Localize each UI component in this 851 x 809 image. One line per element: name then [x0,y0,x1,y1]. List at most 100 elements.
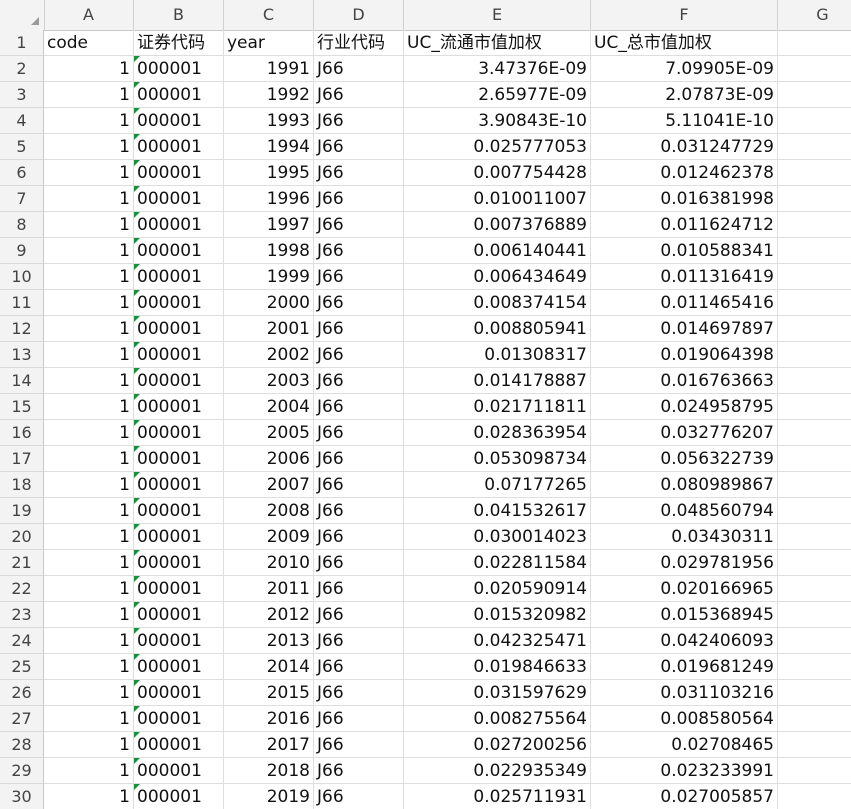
table-cell[interactable]: 1991 [224,56,314,82]
row-header[interactable]: 6 [0,160,44,186]
table-cell[interactable]: 0.028363954 [404,420,591,446]
row-header[interactable]: 3 [0,82,44,108]
table-cell[interactable]: J66 [314,160,404,186]
table-cell[interactable]: 1 [44,576,134,602]
table-cell[interactable]: 000001 [134,394,224,420]
table-cell[interactable]: J66 [314,108,404,134]
table-cell[interactable]: 2001 [224,316,314,342]
table-cell[interactable]: 1 [44,680,134,706]
table-cell[interactable]: 0.010588341 [591,238,778,264]
header-cell[interactable]: year [224,30,314,56]
table-cell[interactable] [778,706,851,732]
table-cell[interactable]: 0.007754428 [404,160,591,186]
table-cell[interactable] [778,628,851,654]
table-cell[interactable]: 1 [44,472,134,498]
table-cell[interactable] [778,82,851,108]
table-cell[interactable]: 0.024958795 [591,394,778,420]
table-cell[interactable] [778,342,851,368]
table-cell[interactable]: 0.032776207 [591,420,778,446]
column-header-b[interactable]: B [134,0,224,30]
table-cell[interactable]: 2013 [224,628,314,654]
row-header[interactable]: 4 [0,108,44,134]
table-cell[interactable] [778,186,851,212]
table-cell[interactable]: 0.03430311 [591,524,778,550]
table-cell[interactable]: 0.008275564 [404,706,591,732]
table-cell[interactable]: 2010 [224,550,314,576]
row-header[interactable]: 27 [0,706,44,732]
row-header[interactable]: 30 [0,784,44,809]
table-cell[interactable]: J66 [314,290,404,316]
table-cell[interactable]: 000001 [134,550,224,576]
table-cell[interactable]: J66 [314,758,404,784]
row-header[interactable]: 28 [0,732,44,758]
table-cell[interactable]: J66 [314,394,404,420]
table-cell[interactable]: J66 [314,316,404,342]
table-cell[interactable]: 0.01308317 [404,342,591,368]
table-cell[interactable]: 000001 [134,108,224,134]
table-cell[interactable]: 1992 [224,82,314,108]
table-cell[interactable]: J66 [314,264,404,290]
table-cell[interactable]: 1997 [224,212,314,238]
table-cell[interactable] [778,56,851,82]
table-cell[interactable]: 1 [44,784,134,809]
row-header[interactable]: 1 [0,30,44,56]
table-cell[interactable]: 2011 [224,576,314,602]
table-cell[interactable]: 1 [44,420,134,446]
table-cell[interactable]: 0.053098734 [404,446,591,472]
select-all-corner[interactable] [0,0,45,30]
table-cell[interactable] [778,784,851,809]
table-cell[interactable]: 1 [44,706,134,732]
table-cell[interactable]: 0.027200256 [404,732,591,758]
table-cell[interactable]: 2016 [224,706,314,732]
table-cell[interactable]: 000001 [134,316,224,342]
row-header[interactable]: 21 [0,550,44,576]
table-cell[interactable]: 0.010011007 [404,186,591,212]
table-cell[interactable]: 1 [44,108,134,134]
table-cell[interactable]: 0.056322739 [591,446,778,472]
table-cell[interactable]: 1 [44,524,134,550]
table-cell[interactable]: 2007 [224,472,314,498]
table-cell[interactable]: 0.015368945 [591,602,778,628]
table-cell[interactable] [778,394,851,420]
table-cell[interactable]: 1 [44,238,134,264]
table-cell[interactable]: 1 [44,498,134,524]
table-cell[interactable]: J66 [314,56,404,82]
header-cell[interactable]: 证券代码 [134,30,224,56]
table-cell[interactable]: 000001 [134,82,224,108]
table-cell[interactable]: 000001 [134,706,224,732]
table-cell[interactable] [778,472,851,498]
table-cell[interactable]: 1 [44,186,134,212]
table-cell[interactable]: 000001 [134,680,224,706]
table-cell[interactable]: J66 [314,472,404,498]
table-cell[interactable]: 1995 [224,160,314,186]
table-cell[interactable]: 000001 [134,160,224,186]
table-cell[interactable]: 1994 [224,134,314,160]
header-cell[interactable]: 行业代码 [314,30,404,56]
table-cell[interactable]: 0.011316419 [591,264,778,290]
table-cell[interactable]: J66 [314,186,404,212]
table-cell[interactable]: 000001 [134,732,224,758]
table-cell[interactable]: 1993 [224,108,314,134]
table-cell[interactable]: 2015 [224,680,314,706]
row-header[interactable]: 22 [0,576,44,602]
row-header[interactable]: 13 [0,342,44,368]
table-cell[interactable] [778,524,851,550]
table-cell[interactable]: 2005 [224,420,314,446]
table-cell[interactable]: 000001 [134,342,224,368]
table-cell[interactable]: J66 [314,550,404,576]
table-cell[interactable] [778,602,851,628]
table-cell[interactable]: 000001 [134,368,224,394]
table-cell[interactable]: 0.07177265 [404,472,591,498]
table-cell[interactable]: 1 [44,550,134,576]
table-cell[interactable]: 2012 [224,602,314,628]
table-cell[interactable] [778,290,851,316]
table-cell[interactable]: 2017 [224,732,314,758]
table-cell[interactable] [778,264,851,290]
table-cell[interactable]: J66 [314,498,404,524]
table-cell[interactable] [778,160,851,186]
table-cell[interactable]: J66 [314,732,404,758]
table-cell[interactable]: 0.019681249 [591,654,778,680]
table-cell[interactable]: J66 [314,680,404,706]
table-cell[interactable]: 0.023233991 [591,758,778,784]
table-cell[interactable]: 0.014697897 [591,316,778,342]
